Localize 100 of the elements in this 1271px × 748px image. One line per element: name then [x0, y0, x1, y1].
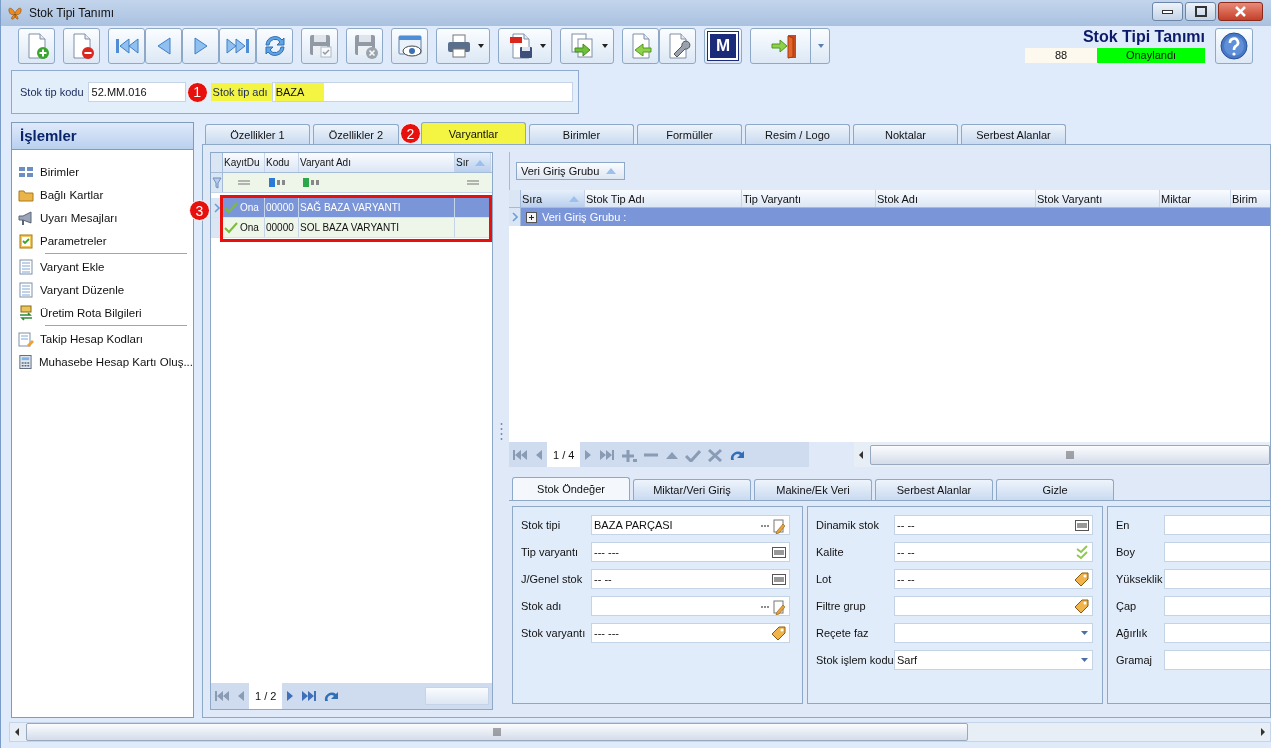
menu-item[interactable]: Varyant Ekle [40, 260, 105, 273]
text-field[interactable]: --- --- [591, 542, 790, 562]
menu-item[interactable]: Muhasebe Hesap Kartı Oluş... [38, 355, 193, 368]
field-label: Gramaj [1116, 654, 1154, 666]
new-button[interactable] [18, 28, 55, 64]
menu-item[interactable]: Takip Hesap Kodları [40, 332, 143, 345]
column-header[interactable]: Birim [1231, 190, 1270, 207]
next-button[interactable] [182, 28, 219, 64]
last-record-button[interactable] [219, 28, 256, 64]
tab[interactable]: Resim / Logo [745, 124, 850, 144]
grip-icon [1066, 450, 1074, 459]
status-badge: Onaylandı [1097, 48, 1205, 63]
tab[interactable]: Gizle [996, 479, 1114, 500]
menu-item[interactable]: Birimler [40, 165, 79, 178]
text-field[interactable]: -- -- [591, 569, 790, 589]
pdf-export-button[interactable] [498, 28, 552, 64]
text-field[interactable]: 52.MM.016 [87, 82, 186, 102]
skip-last-icon [599, 447, 616, 462]
form-title: Stok Tipi Tanımı [1082, 28, 1205, 47]
column-header[interactable]: KayıtDu [223, 153, 265, 172]
tab[interactable]: Formüller [637, 124, 742, 144]
refresh-button[interactable] [256, 28, 293, 64]
scroll-thumb[interactable] [26, 723, 968, 741]
calculator-icon [18, 353, 33, 370]
dropdown-field[interactable]: Sarf [894, 650, 1093, 670]
text-field[interactable]: BAZA PARÇASI [591, 515, 790, 535]
route-icon [18, 304, 34, 321]
tab[interactable]: Serbest Alanlar [961, 124, 1066, 144]
scrollbar[interactable] [854, 442, 1270, 467]
tab[interactable]: Noktalar [853, 124, 958, 144]
tab[interactable]: Makine/Ek Veri [754, 479, 872, 500]
tab[interactable]: Serbest Alanlar [875, 479, 993, 500]
menu-item[interactable]: Varyant Düzenle [40, 283, 125, 296]
tab[interactable]: Özellikler 2 [313, 124, 399, 144]
group-field-button[interactable]: Veri Giriş Grubu [516, 162, 625, 180]
table-row[interactable]: Ona 00000 SOL BAZA VARYANTI [211, 218, 492, 238]
field-label: Yükseklik [1116, 573, 1164, 585]
double-check-icon [1075, 543, 1089, 561]
column-header[interactable]: Stok Tip Adı [585, 190, 742, 207]
tab[interactable]: Özellikler 1 [205, 124, 310, 144]
tab[interactable]: Miktar/Veri Giriş [633, 479, 751, 500]
exit-button[interactable] [750, 28, 830, 64]
import-button[interactable] [622, 28, 659, 64]
table-cell: 00000 [266, 202, 294, 213]
filter-icon [211, 176, 222, 189]
column-header[interactable]: Stok Varyantı [1036, 190, 1160, 207]
scrollbar[interactable] [9, 722, 1271, 742]
skip-first-icon [214, 689, 230, 703]
text-field[interactable]: -- -- [894, 542, 1093, 562]
column-header[interactable]: Tip Varyantı [742, 190, 876, 207]
help-button[interactable] [1215, 28, 1253, 64]
preview-button[interactable] [391, 28, 428, 64]
dropdown-field[interactable] [894, 623, 1093, 643]
scrollbar[interactable] [425, 687, 489, 705]
table-cell: SAĞ BAZA VARYANTI [300, 202, 401, 213]
column-header[interactable]: Sıra [521, 190, 585, 207]
triangle-left-icon [534, 447, 544, 462]
menu-item[interactable]: Uyarı Mesajları [40, 211, 118, 224]
export-button[interactable] [560, 28, 614, 64]
close-button[interactable] [1218, 2, 1263, 21]
first-record-button[interactable] [108, 28, 145, 64]
menu-item[interactable]: Parametreler [40, 234, 107, 247]
annotation-badge: 2 [400, 123, 421, 144]
text-field[interactable]: -- -- [894, 569, 1093, 589]
menu-item[interactable]: Bağlı Kartlar [40, 188, 104, 201]
dropdown-arrow-icon [1080, 657, 1089, 663]
field-label: Ağırlık [1116, 627, 1149, 639]
close-icon [1235, 6, 1246, 17]
text-field[interactable] [894, 596, 1093, 616]
maximize-button[interactable] [1185, 2, 1216, 21]
previous-button[interactable] [145, 28, 182, 64]
field-label: Stok tip adı [210, 83, 272, 101]
page-indicator: 1 / 4 [547, 442, 581, 467]
text-field[interactable]: BAZA [271, 82, 573, 102]
column-header[interactable]: Miktar [1160, 190, 1231, 207]
tab[interactable]: Birimler [529, 124, 634, 144]
annotation-badge: 1 [186, 81, 208, 103]
text-filter-icon [303, 178, 319, 187]
text-field[interactable]: -- -- [894, 515, 1093, 535]
settings-button[interactable] [659, 28, 696, 64]
text-field[interactable]: --- --- [591, 623, 790, 643]
print-button[interactable] [436, 28, 490, 64]
dropdown-arrow-icon [1080, 630, 1089, 636]
text-field[interactable] [591, 596, 790, 616]
field-label: Dinamik stok [816, 519, 880, 531]
field-label: Filtre grup [816, 600, 867, 612]
grip-icon [493, 728, 501, 736]
scroll-thumb[interactable] [870, 444, 1270, 465]
field-label: Çap [1116, 600, 1138, 612]
menu-item[interactable]: Üretim Rota Bilgileri [40, 306, 142, 319]
tag-icon [1073, 597, 1089, 615]
tab[interactable]: Varyantlar [421, 122, 526, 144]
column-header[interactable]: Sır [455, 153, 491, 172]
column-header[interactable]: Kodu [265, 153, 299, 172]
minimize-button[interactable] [1152, 2, 1183, 21]
delete-button[interactable] [63, 28, 100, 64]
column-header[interactable]: Stok Adı [876, 190, 1036, 207]
tab[interactable]: Stok Öndeğer [512, 477, 630, 500]
clipboard-icon [18, 232, 34, 249]
field-label: Reçete faz [816, 627, 870, 639]
